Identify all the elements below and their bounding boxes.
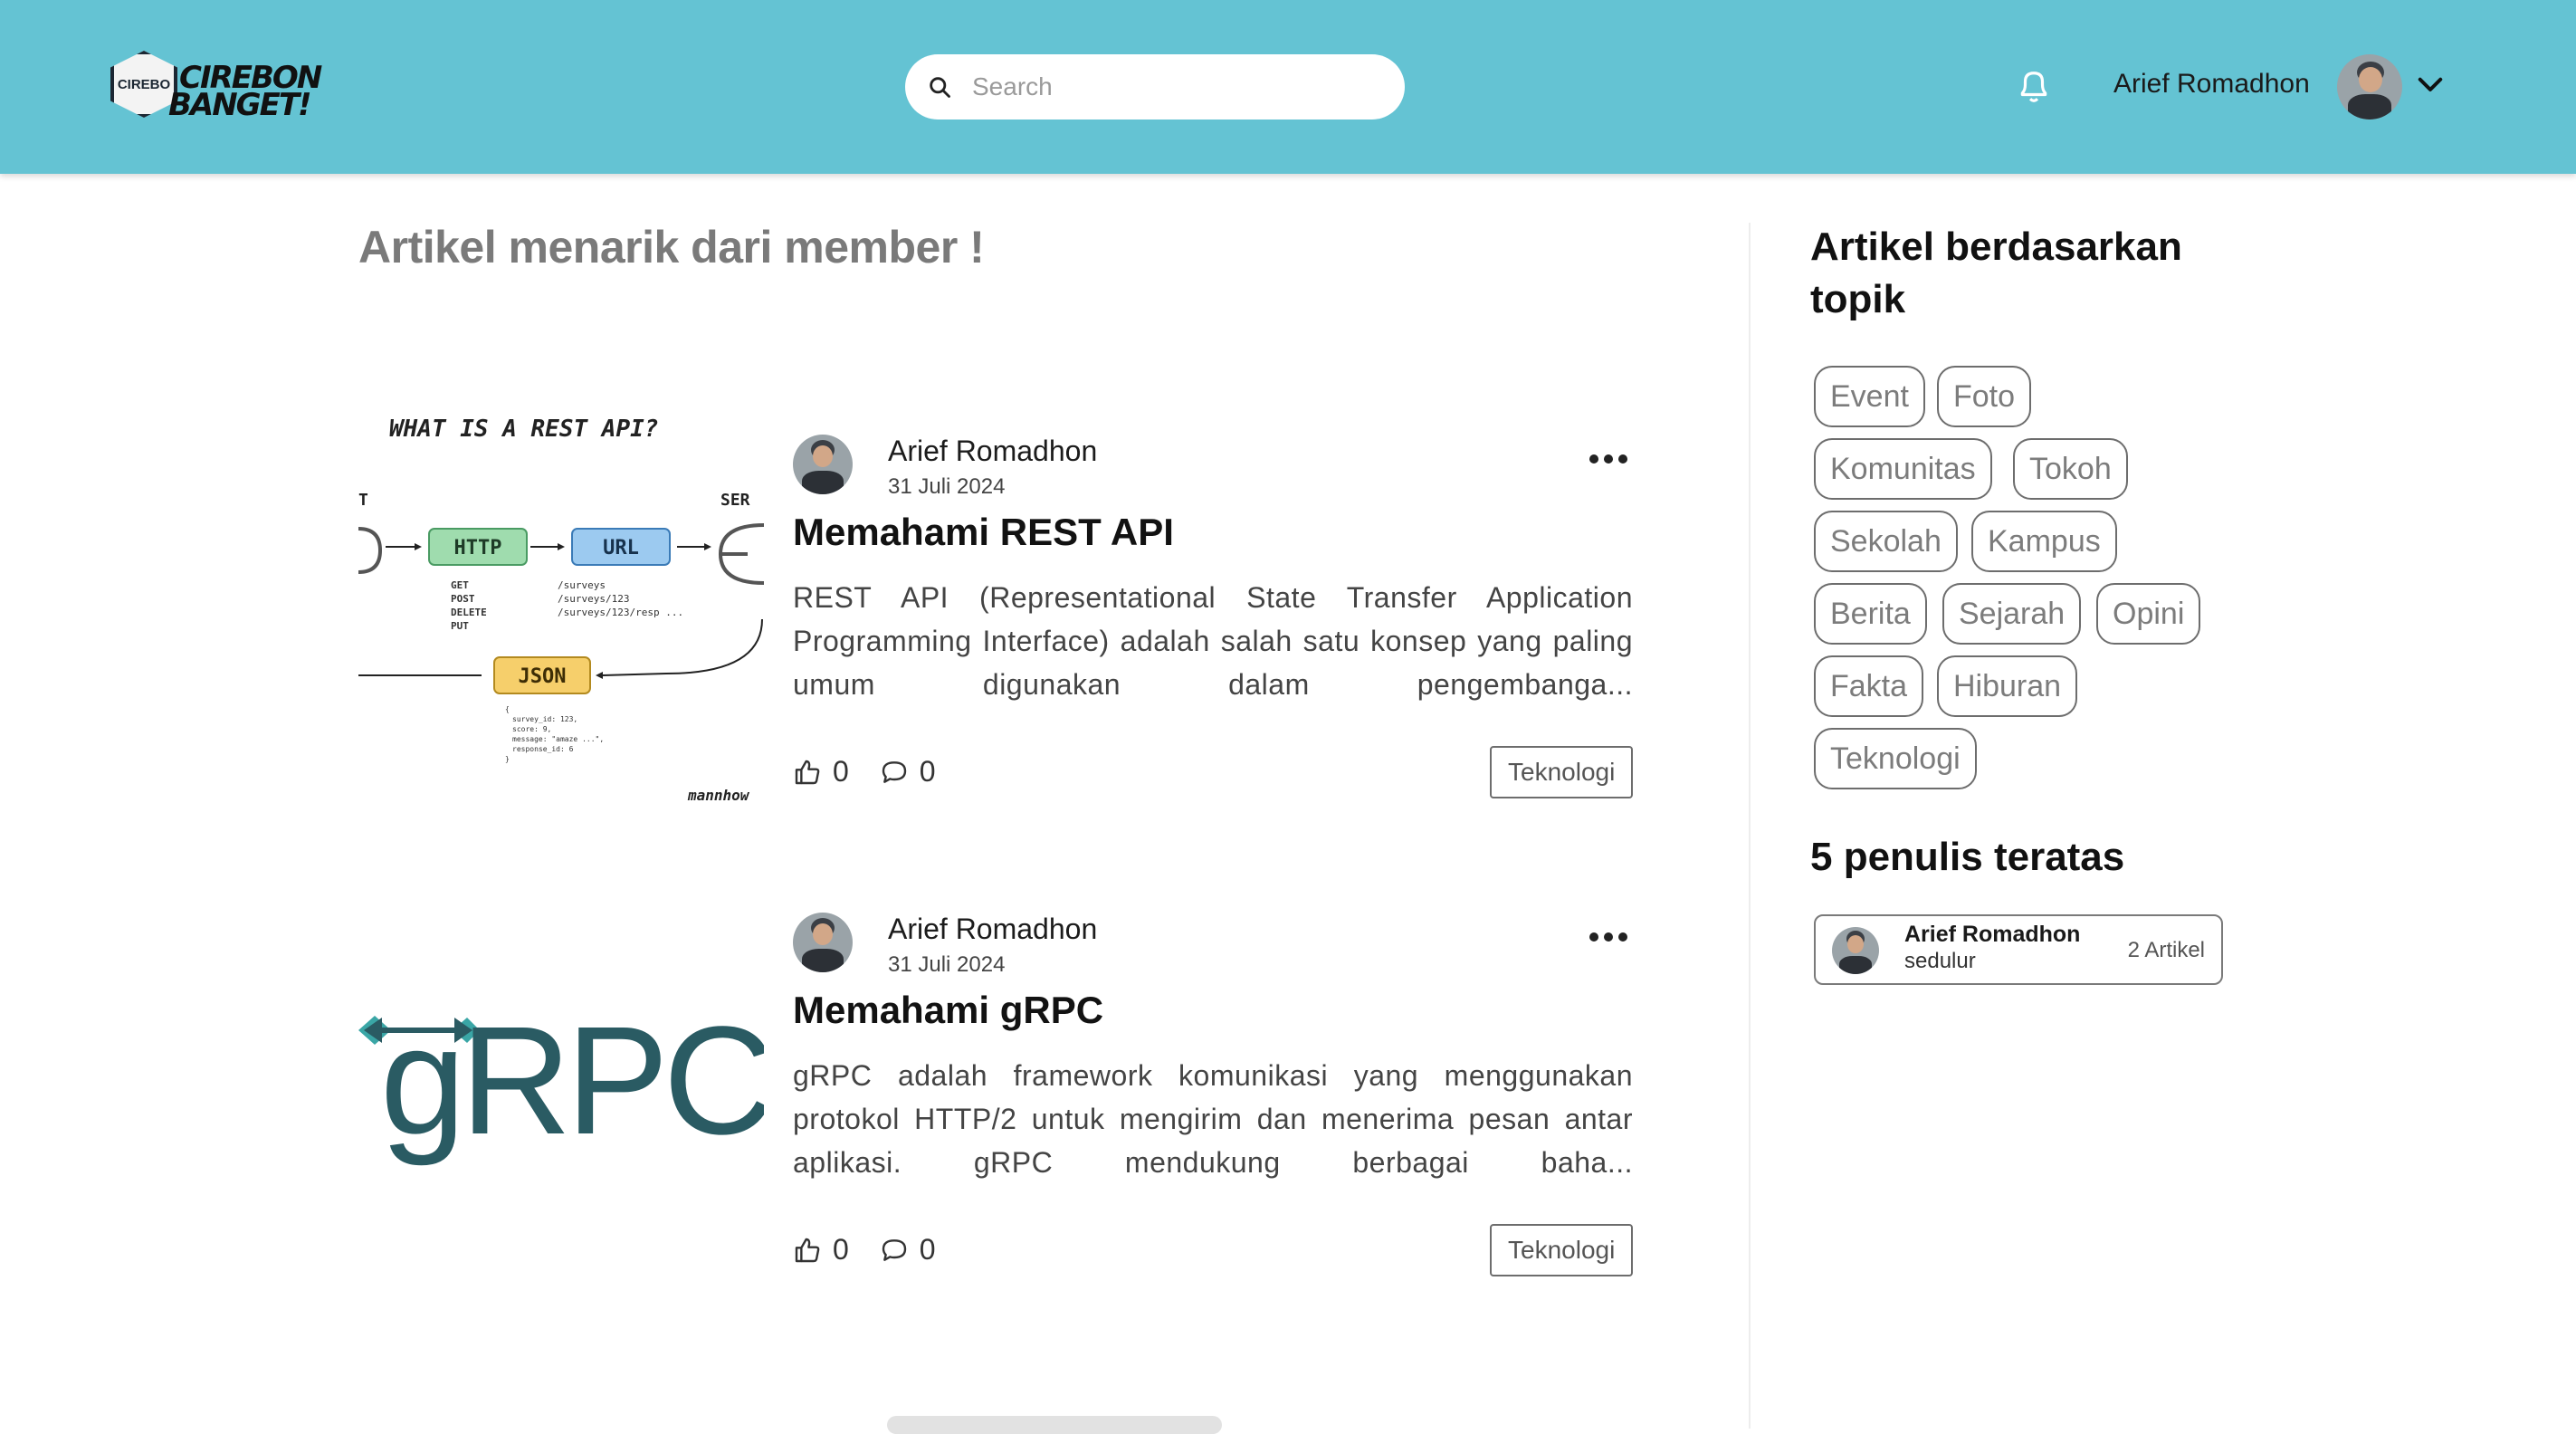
writer-article-count: 2 Artikel bbox=[2127, 938, 2205, 962]
topic-chip-sekolah[interactable]: Sekolah bbox=[1814, 511, 1958, 572]
topic-chip-sejarah[interactable]: Sejarah bbox=[1942, 583, 2082, 645]
article-title[interactable]: Memahami gRPC bbox=[793, 989, 1103, 1032]
article-card[interactable]: WHAT IS A REST API? T SER HTTP URL GET PO… bbox=[358, 393, 1636, 864]
grpc-logo-text: gRPC bbox=[380, 995, 764, 1167]
svg-text:T: T bbox=[358, 491, 368, 510]
bell-icon[interactable] bbox=[2017, 67, 2051, 105]
article-excerpt: REST API (Representational State Transfe… bbox=[793, 581, 1633, 701]
logo-text-line2: BANGET! bbox=[168, 87, 312, 123]
topic-chip-event[interactable]: Event bbox=[1814, 366, 1925, 427]
writer-role: sedulur bbox=[1904, 949, 1976, 973]
writer-card[interactable]: Arief Romadhon sedulur 2 Artikel bbox=[1814, 914, 2223, 985]
comment-count: 0 bbox=[919, 755, 936, 788]
logo-badge: CIREBO bbox=[110, 51, 177, 118]
user-avatar[interactable] bbox=[2337, 54, 2402, 120]
author-avatar[interactable] bbox=[793, 435, 853, 494]
more-options-icon[interactable] bbox=[1589, 453, 1629, 465]
svg-text:URL: URL bbox=[603, 537, 639, 559]
svg-text:SER: SER bbox=[720, 491, 750, 510]
topic-chip-foto[interactable]: Foto bbox=[1937, 366, 2032, 427]
writer-name: Arief Romadhon bbox=[1904, 922, 2081, 947]
like-count: 0 bbox=[833, 1233, 849, 1266]
user-name[interactable]: Arief Romadhon bbox=[2113, 69, 2310, 100]
article-stats: 0 0 bbox=[793, 755, 967, 789]
like-button[interactable]: 0 bbox=[793, 1233, 849, 1267]
article-date: 31 Juli 2024 bbox=[888, 952, 1006, 977]
topic-chip-tokoh[interactable]: Tokoh bbox=[2013, 438, 2128, 500]
article-title[interactable]: Memahami REST API bbox=[793, 511, 1174, 554]
more-options-icon[interactable] bbox=[1589, 931, 1629, 943]
topic-chip-kampus[interactable]: Kampus bbox=[1971, 511, 2117, 572]
thumbs-up-icon bbox=[795, 760, 820, 784]
article-date: 31 Juli 2024 bbox=[888, 474, 1006, 499]
article-stats: 0 0 bbox=[793, 1233, 967, 1267]
diagram-heading: WHAT IS A REST API? bbox=[389, 416, 658, 443]
article-thumbnail-grpc[interactable]: gRPC bbox=[358, 871, 764, 1342]
top-navbar: CIREBO CIREBON BANGET! Arief Romadhon bbox=[0, 0, 2576, 174]
article-tag[interactable]: Teknologi bbox=[1490, 746, 1634, 798]
site-logo[interactable]: CIREBO CIREBON BANGET! bbox=[107, 42, 322, 125]
article-author[interactable]: Arief Romadhon bbox=[888, 913, 1097, 946]
topic-chip-fakta[interactable]: Fakta bbox=[1814, 655, 1924, 717]
comment-count: 0 bbox=[919, 1233, 936, 1266]
topic-chip-berita[interactable]: Berita bbox=[1814, 583, 1927, 645]
topic-chip-opini[interactable]: Opini bbox=[2096, 583, 2201, 645]
topic-chip-hiburan[interactable]: Hiburan bbox=[1937, 655, 2078, 717]
like-count: 0 bbox=[833, 755, 849, 788]
author-avatar[interactable] bbox=[793, 913, 853, 972]
search-icon bbox=[930, 77, 950, 98]
column-divider bbox=[1749, 223, 1751, 1429]
like-button[interactable]: 0 bbox=[793, 755, 849, 789]
svg-text:mannhow: mannhow bbox=[687, 787, 750, 804]
page-title: Artikel menarik dari member ! bbox=[358, 222, 985, 272]
article-card[interactable]: gRPC Arief Romadhon 31 Juli 2024 Memaham… bbox=[358, 871, 1636, 1342]
comment-icon bbox=[882, 760, 906, 783]
svg-text:JSON: JSON bbox=[519, 665, 567, 688]
top-writers-heading: 5 penulis teratas bbox=[1810, 835, 2125, 879]
search-bar[interactable] bbox=[905, 54, 1405, 120]
svg-text:HTTP: HTTP bbox=[454, 537, 502, 559]
rest-api-diagram: WHAT IS A REST API? T SER HTTP URL GET PO… bbox=[358, 393, 764, 864]
topics-heading: Artikel berdasarkan topik bbox=[1810, 225, 2182, 321]
search-input[interactable] bbox=[972, 72, 1370, 101]
comment-button[interactable]: 0 bbox=[880, 1233, 936, 1267]
thumbs-up-icon bbox=[795, 1238, 820, 1262]
writer-avatar bbox=[1832, 927, 1879, 974]
article-excerpt: gRPC adalah framework komunikasi yang me… bbox=[793, 1059, 1633, 1179]
scroll-indicator bbox=[887, 1416, 1222, 1434]
chevron-down-icon[interactable] bbox=[2417, 74, 2444, 96]
article-thumbnail-rest-api[interactable]: WHAT IS A REST API? T SER HTTP URL GET PO… bbox=[358, 393, 764, 864]
article-tag[interactable]: Teknologi bbox=[1490, 1224, 1634, 1276]
grpc-logo: gRPC bbox=[358, 871, 764, 1342]
article-author[interactable]: Arief Romadhon bbox=[888, 435, 1097, 468]
comment-button[interactable]: 0 bbox=[880, 755, 936, 789]
topic-chip-teknologi[interactable]: Teknologi bbox=[1814, 728, 1977, 789]
comment-icon bbox=[882, 1238, 906, 1261]
topic-chip-komunitas[interactable]: Komunitas bbox=[1814, 438, 1992, 500]
